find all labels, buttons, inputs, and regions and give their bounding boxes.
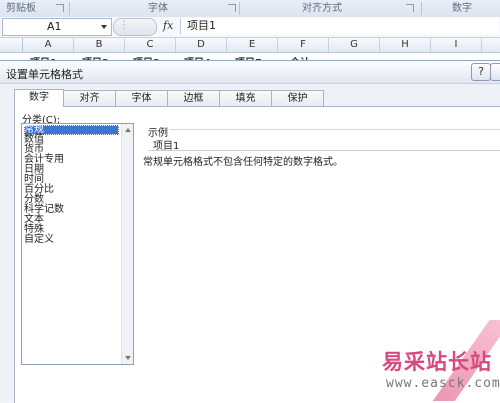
dialog-launcher-icon[interactable] xyxy=(406,4,414,12)
dots-icon: ⋮ xyxy=(119,20,129,31)
help-button[interactable]: ? xyxy=(471,63,491,81)
tab-font[interactable]: 字体 xyxy=(115,90,168,106)
tab-strip: 数字 对齐 字体 边框 填充 保护 xyxy=(14,89,324,107)
column-header[interactable]: H xyxy=(380,38,431,52)
column-header[interactable]: A xyxy=(23,38,74,52)
name-box-value: A1 xyxy=(47,20,62,33)
insert-function-icon[interactable]: fx xyxy=(163,19,173,32)
ribbon-group-label: 对齐方式 xyxy=(302,3,342,14)
watermark-url: www.easck.com xyxy=(386,376,500,391)
column-header[interactable]: C xyxy=(125,38,176,52)
column-header[interactable]: D xyxy=(176,38,227,52)
tab-border[interactable]: 边框 xyxy=(167,90,220,106)
scroll-up-icon[interactable] xyxy=(125,128,131,132)
ribbon-group-label: 字体 xyxy=(148,3,168,14)
formula-content: 项目1 xyxy=(187,19,216,32)
tab-protection[interactable]: 保护 xyxy=(271,90,324,106)
close-button[interactable] xyxy=(490,63,500,81)
column-header[interactable]: E xyxy=(227,38,278,52)
category-scrollbar[interactable] xyxy=(121,124,133,364)
column-header[interactable]: B xyxy=(74,38,125,52)
sample-group-line xyxy=(170,129,500,130)
select-all-corner[interactable] xyxy=(0,38,23,52)
name-box[interactable]: A1 xyxy=(2,18,112,36)
column-header[interactable]: G xyxy=(329,38,380,52)
ribbon-group-labels: 剪贴板 字体 对齐方式 数字 xyxy=(0,0,500,18)
scroll-down-icon[interactable] xyxy=(125,356,131,360)
formula-bar-resize-handle[interactable]: ⋮ xyxy=(113,18,157,36)
tab-fill[interactable]: 填充 xyxy=(219,90,272,106)
formula-input[interactable]: 项目1 xyxy=(180,18,499,34)
ribbon-group-label: 剪贴板 xyxy=(6,3,36,14)
tab-number[interactable]: 数字 xyxy=(14,89,64,107)
watermark: 易采站长站 www.easck.com xyxy=(370,320,500,401)
ribbon-group-clipboard: 剪贴板 xyxy=(0,0,70,17)
column-header[interactable]: F xyxy=(278,38,329,52)
dialog-launcher-icon[interactable] xyxy=(56,4,64,12)
ribbon-group-alignment: 对齐方式 xyxy=(240,0,422,17)
category-list[interactable]: 常规 数值 货币 会计专用 日期 时间 百分比 分数 科学记数 文本 特殊 自定… xyxy=(21,123,134,365)
ribbon-group-number: 数字 xyxy=(422,0,500,17)
chevron-down-icon[interactable] xyxy=(101,25,107,29)
dialog-title: 设置单元格格式 xyxy=(6,68,83,81)
dialog-title-bar[interactable]: 设置单元格格式 ? xyxy=(0,61,500,84)
ribbon-group-label: 数字 xyxy=(452,3,472,14)
tab-alignment[interactable]: 对齐 xyxy=(63,90,116,106)
column-header[interactable]: I xyxy=(431,38,482,52)
dialog-launcher-icon[interactable] xyxy=(228,4,236,12)
watermark-text: 易采站长站 xyxy=(382,349,492,374)
column-headers: A B C D E F G H I xyxy=(0,38,500,53)
formula-bar: A1 ⋮ fx 项目1 xyxy=(0,17,500,38)
format-description: 常规单元格格式不包含任何特定的数字格式。 xyxy=(143,157,343,168)
category-item-custom[interactable]: 自定义 xyxy=(24,235,119,245)
ribbon-group-font: 字体 xyxy=(70,0,240,17)
sample-divider xyxy=(148,150,500,151)
